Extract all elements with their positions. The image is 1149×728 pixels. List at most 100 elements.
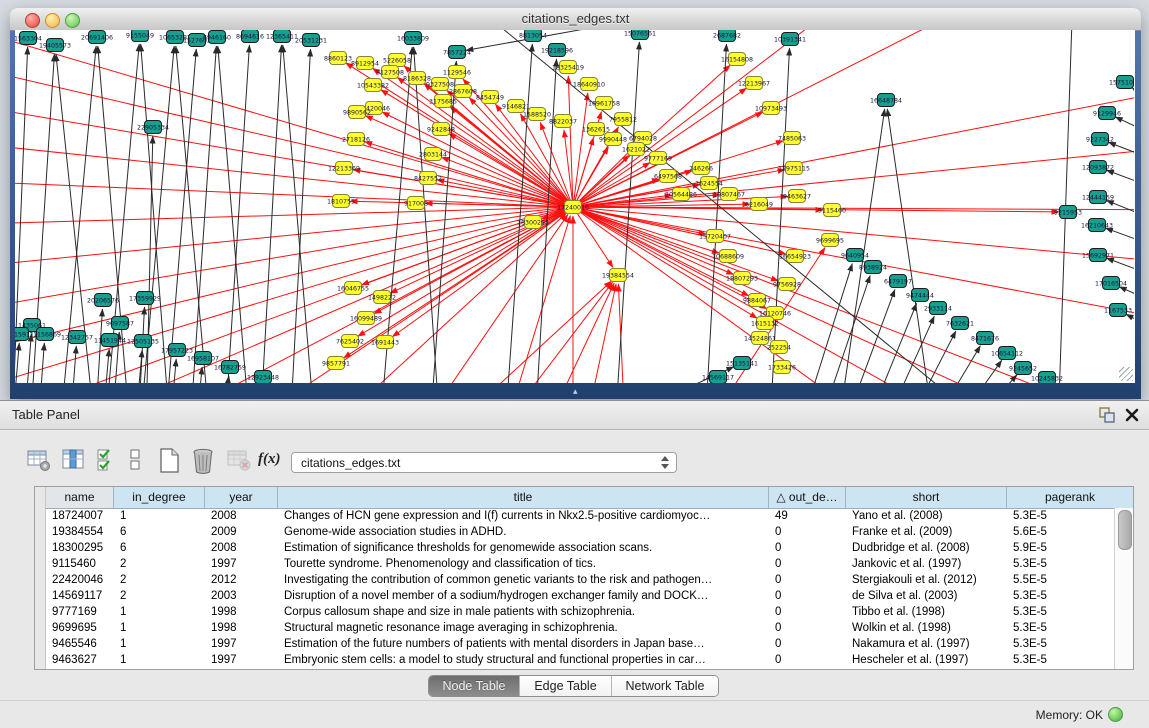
graph-node[interactable]: 8471676 (971, 332, 999, 345)
graph-node[interactable]: 8427552 (414, 172, 442, 185)
table-cell[interactable]: 2008 (205, 540, 278, 556)
table-cell[interactable]: Structural magnetic resonance image aver… (278, 620, 769, 636)
graph-node[interactable]: 9699695 (816, 234, 844, 247)
graph-edge[interactable] (392, 207, 573, 337)
table-cell[interactable]: Wolkin et al. (1998) (846, 620, 1007, 636)
scrollbar-thumb[interactable] (1118, 510, 1132, 550)
graph-edge[interactable] (102, 349, 109, 383)
graph-edge[interactable] (260, 45, 281, 383)
table-cell[interactable]: 5.3E-5 (1007, 652, 1114, 668)
graph-edge[interactable] (1106, 258, 1134, 278)
graph-edge[interactable] (450, 281, 611, 383)
table-cell[interactable]: 5.3E-5 (1007, 508, 1114, 524)
graph-node[interactable]: 15135141 (726, 357, 758, 370)
graph-edge[interactable] (95, 309, 102, 383)
graph-node[interactable]: 9127508 (376, 66, 404, 79)
table-row[interactable]: 977716911998Corpus callosum shape and si… (46, 604, 1114, 620)
graph-node[interactable]: 19405573 (39, 39, 71, 52)
graph-node[interactable]: 8938924 (859, 261, 887, 274)
graph-edge[interactable] (770, 48, 790, 383)
table-cell[interactable]: Disruption of a novel member of a sodium… (278, 588, 769, 604)
graph-edge[interactable] (1119, 287, 1134, 305)
graph-node[interactable]: 9777169 (644, 152, 672, 165)
graph-edge[interactable] (573, 85, 1134, 207)
graph-node[interactable]: 9155049 (126, 30, 154, 42)
column-header-out_de[interactable]: △ out_de… (769, 487, 846, 508)
table-cell[interactable]: Jankovic et al. (1997) (846, 556, 1007, 572)
graph-edge[interactable] (573, 207, 779, 281)
graph-node[interactable]: 15076561 (624, 30, 656, 40)
graph-node[interactable]: 9115460 (818, 204, 846, 217)
table-cell[interactable]: 9777169 (46, 604, 114, 620)
column-header-pagerank[interactable]: pagerank (1007, 487, 1133, 508)
graph-edge[interactable] (15, 207, 573, 225)
graph-node[interactable]: 1129546 (443, 66, 471, 79)
graph-node[interactable]: 9857791 (322, 357, 350, 370)
table-cell[interactable]: Corpus callosum shape and size in male p… (278, 604, 769, 620)
table-cell[interactable]: Changes of HCN gene expression and I(f) … (278, 508, 769, 524)
table-cell[interactable]: 2012 (205, 572, 278, 588)
graph-node[interactable]: 6479197 (884, 275, 912, 288)
table-cell[interactable]: 14569117 (46, 588, 114, 604)
graph-node[interactable]: 917008 (404, 197, 428, 210)
network-view[interactable]: 1724001618300295886012389129545226058912… (15, 30, 1135, 383)
graph-edge[interactable] (15, 207, 573, 270)
graph-edge[interactable] (573, 93, 588, 207)
graph-node[interactable]: 17359929 (129, 292, 161, 305)
graph-edge[interactable] (38, 343, 44, 383)
graph-edge[interactable] (865, 303, 917, 383)
graph-edge[interactable] (1106, 200, 1134, 222)
column-header-short[interactable]: short (846, 487, 1007, 508)
graph-edge[interactable] (818, 276, 870, 383)
table-cell[interactable]: 9115460 (46, 556, 114, 572)
graph-node[interactable]: 12342757 (61, 331, 93, 344)
table-selector-dropdown[interactable]: citations_edges.txt (291, 452, 677, 473)
table-cell[interactable]: 0 (769, 556, 846, 572)
graph-edge[interactable] (365, 116, 573, 207)
graph-node[interactable]: 16782759 (214, 361, 246, 374)
graph-edge[interactable] (1126, 314, 1134, 332)
graph-node[interactable]: 10391341 (774, 33, 806, 46)
table-cell[interactable]: 2003 (205, 588, 278, 604)
table-cell[interactable]: Nakamura et al. (1997) (846, 636, 1007, 652)
table-cell[interactable]: 22420046 (46, 572, 114, 588)
graph-node[interactable]: 8454749 (476, 91, 504, 104)
table-cell[interactable]: 0 (769, 540, 846, 556)
graph-node[interactable]: 9640954 (841, 249, 869, 262)
graph-edge[interactable] (1115, 117, 1134, 138)
graph-node[interactable]: 12213967 (738, 77, 770, 90)
table-row[interactable]: 946362711997Embryonic stem cells: a mode… (46, 652, 1114, 668)
table-cell[interactable]: 5.6E-5 (1007, 524, 1114, 540)
graph-node[interactable]: 2687682 (713, 30, 741, 42)
graph-edge[interactable] (1106, 170, 1134, 190)
tab-network-table[interactable]: Network Table (611, 676, 718, 697)
graph-edge[interactable] (70, 346, 76, 383)
graph-node[interactable]: 18640910 (573, 78, 605, 91)
graph-node[interactable]: 2933114 (924, 302, 952, 315)
graph-edge[interactable] (952, 360, 1002, 383)
graph-node[interactable]: 9245652 (1009, 362, 1037, 375)
graph-node[interactable]: 7857224 (443, 46, 471, 59)
graph-node[interactable]: 1733426 (768, 361, 796, 374)
graph-edge[interactable] (225, 45, 249, 383)
function-builder-icon[interactable]: f(x) (258, 451, 284, 479)
tab-node-table[interactable]: Node Table (429, 676, 519, 697)
table-row[interactable]: 2242004622012Investigating the contribut… (46, 572, 1114, 588)
table-cell[interactable]: 1997 (205, 652, 278, 668)
graph-node[interactable]: 7955812 (609, 113, 637, 126)
table-cell[interactable]: 2 (114, 556, 205, 572)
graph-edge[interactable] (290, 49, 311, 383)
graph-edge[interactable] (705, 44, 726, 383)
table-cell[interactable]: 5.3E-5 (1007, 588, 1114, 604)
table-row[interactable]: 969969511998Structural magnetic resonanc… (46, 620, 1114, 636)
float-panel-icon[interactable] (1099, 407, 1115, 423)
graph-node[interactable]: 9474444 (906, 289, 934, 302)
graph-edge[interactable] (843, 289, 895, 383)
table-cell[interactable]: 1997 (205, 556, 278, 572)
column-header-name[interactable]: name (46, 487, 114, 508)
splitter-handle-icon[interactable]: ▴ (573, 386, 578, 397)
graph-node[interactable]: 15751074 (1109, 76, 1134, 89)
graph-node[interactable]: 1167533 (1104, 304, 1132, 317)
table-row[interactable]: 911546021997Tourette syndrome. Phenomeno… (46, 556, 1114, 572)
table-cell[interactable]: 1 (114, 636, 205, 652)
